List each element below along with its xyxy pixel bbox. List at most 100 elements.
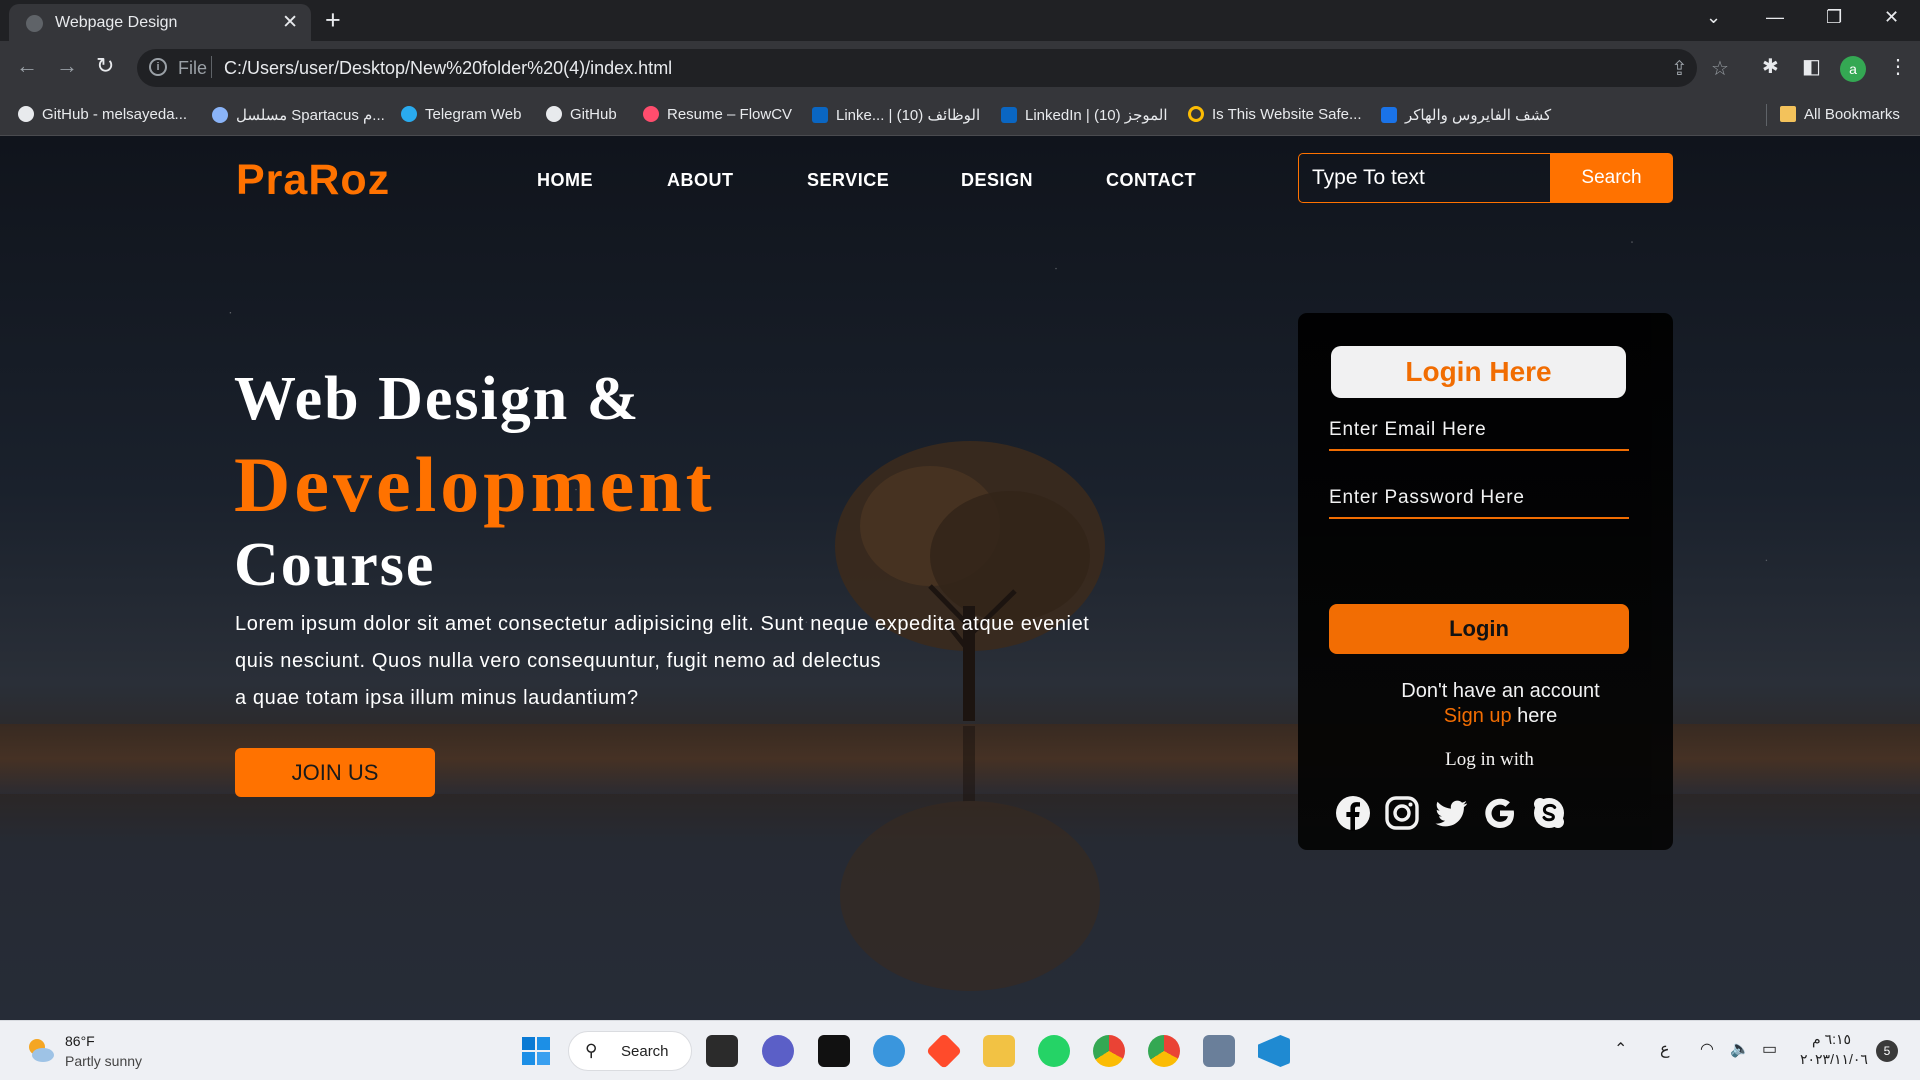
signup-prompt: Don't have an account Sign up here [1298,679,1673,729]
help-app-icon[interactable] [873,1035,905,1067]
minimize-icon[interactable]: — [1766,7,1784,28]
extensions-puzzle-icon[interactable]: ✱ [1762,54,1779,79]
profile-avatar[interactable]: a [1840,56,1866,82]
windows-taskbar: 86°F Partly sunny ⚲ Search ⌃ ع ◠ 🔈 ▭ ٦:١… [0,1020,1920,1080]
hero-description-line: Lorem ipsum dolor sit amet consectetur a… [235,613,1090,635]
windows-start-icon[interactable] [520,1035,552,1067]
nav-contact[interactable]: CONTACT [1106,170,1196,191]
login-form: Login Here Login Don't have an account S… [1298,313,1673,850]
forward-arrow-icon[interactable]: → [56,53,78,79]
telegram-icon [401,106,417,122]
taskbar-search-label: Search [621,1043,669,1060]
site-search-input[interactable] [1298,153,1550,203]
partly-sunny-icon[interactable] [25,1035,55,1065]
bookmark-item[interactable]: كشف الفايروس والهاكر [1381,106,1551,124]
virus-scan-icon [1381,107,1397,123]
volume-icon[interactable]: 🔈 [1730,1039,1750,1059]
notification-count-badge[interactable]: 5 [1876,1040,1898,1062]
linkedin-icon [812,107,828,123]
password-field[interactable] [1329,479,1629,519]
bookmark-star-icon[interactable]: ☆ [1711,56,1729,81]
hero-title-highlight: Development [234,441,716,528]
restore-icon[interactable]: ❐ [1826,7,1842,28]
nav-design[interactable]: DESIGN [961,170,1033,191]
bookmarks-divider [1766,104,1767,126]
nav-service[interactable]: SERVICE [807,170,889,191]
chrome-active-icon[interactable] [1093,1035,1125,1067]
git-app-icon[interactable] [925,1032,963,1070]
no-account-text: Don't have an account [1401,680,1600,702]
login-button[interactable]: Login [1329,604,1629,654]
hero-description-line: a quae totam ipsa illum minus laudantium… [235,687,639,709]
url-text[interactable]: C:/Users/user/Desktop/New%20folder%20(4)… [224,58,672,79]
share-icon[interactable]: ⇪ [1671,56,1688,81]
join-us-button[interactable]: JOIN US [235,748,435,797]
linkedin-icon [1001,107,1017,123]
bookmark-item[interactable]: GitHub [546,106,617,123]
nav-about[interactable]: ABOUT [667,170,734,191]
bookmark-item[interactable]: GitHub - melsayeda... [18,106,187,123]
tray-overflow-chevron-icon[interactable]: ⌃ [1614,1039,1627,1059]
bookmark-item[interactable]: مسلسل Spartacus م... [212,106,385,124]
reload-icon[interactable]: ↻ [96,53,114,79]
site-search: Search [1298,153,1673,203]
github-icon [18,106,34,122]
battery-icon[interactable]: ▭ [1762,1039,1777,1059]
side-panel-icon[interactable]: ◧ [1802,54,1821,79]
browser-toolbar: ← → ↻ i File C:/Users/user/Desktop/New%2… [0,41,1920,96]
whatsapp-icon[interactable] [1038,1035,1070,1067]
task-view-icon[interactable] [706,1035,738,1067]
skype-icon[interactable] [1531,795,1567,831]
clock-time[interactable]: ٦:١٥ م [1812,1031,1851,1048]
email-field[interactable] [1329,411,1629,451]
bookmark-item[interactable]: Is This Website Safe... [1188,106,1362,123]
taskbar-search[interactable]: ⚲ Search [568,1031,692,1071]
login-with-label: Log in with [1445,749,1534,770]
browser-tab[interactable]: Webpage Design ✕ [9,4,311,41]
site-logo[interactable]: PraRoz [236,156,390,205]
url-scheme: File [178,58,208,78]
page-viewport: PraRoz HOME ABOUT SERVICE DESIGN CONTACT… [0,136,1920,1020]
bookmark-item[interactable]: Linke... | الوظائف (10) [812,106,980,124]
folder-icon [1780,106,1796,122]
chrome-icon[interactable] [1148,1035,1180,1067]
instagram-icon[interactable] [1384,795,1420,831]
vscode-icon[interactable] [1258,1035,1290,1067]
bookmark-item[interactable]: LinkedIn | الموجز (10) [1001,106,1168,124]
signup-suffix: here [1511,705,1558,727]
bookmark-item[interactable]: Resume – FlowCV [643,106,792,123]
input-language-indicator[interactable]: ع [1660,1039,1670,1059]
chrome-menu-icon[interactable]: ⋮ [1888,54,1908,79]
browser-tab-strip: Webpage Design ✕ + ⌄ — ❐ ✕ [0,0,1920,41]
tab-title: Webpage Design [55,14,178,31]
bookmarks-bar: GitHub - melsayeda... مسلسل Spartacus م.… [0,96,1920,136]
wifi-icon[interactable]: ◠ [1700,1039,1714,1059]
media-app-icon[interactable] [818,1035,850,1067]
bookmark-item[interactable]: Telegram Web [401,106,521,123]
file-explorer-icon[interactable] [983,1035,1015,1067]
hero-title-line1: Web Design & [234,365,641,433]
close-tab-icon[interactable]: ✕ [282,11,298,34]
hero-description-line: quis nesciunt. Quos nulla vero consequun… [235,650,882,672]
close-window-icon[interactable]: ✕ [1884,7,1899,28]
google-icon[interactable] [1482,795,1518,831]
flowcv-icon [643,106,659,122]
tree-reflection-illustration [840,726,1100,991]
teams-chat-icon[interactable] [762,1035,794,1067]
clock-date[interactable]: ٢٠٢٣/١١/٠٦ [1800,1051,1868,1068]
safe-check-icon [1188,106,1204,122]
page-favicon-icon [26,15,43,32]
search-icon: ⚲ [585,1041,598,1060]
new-tab-plus-icon[interactable]: + [325,5,341,36]
signup-link[interactable]: Sign up [1444,705,1512,727]
nav-home[interactable]: HOME [537,170,593,191]
facebook-icon[interactable] [1335,795,1371,831]
tab-search-chevron-icon[interactable]: ⌄ [1706,7,1721,28]
all-bookmarks[interactable]: All Bookmarks [1780,106,1900,123]
site-info-icon[interactable]: i [149,58,167,76]
address-bar[interactable]: i File C:/Users/user/Desktop/New%20folde… [137,49,1729,87]
site-search-button[interactable]: Search [1550,153,1673,203]
twitter-icon[interactable] [1433,795,1469,831]
photo-app-icon[interactable] [1203,1035,1235,1067]
back-arrow-icon[interactable]: ← [16,53,38,79]
